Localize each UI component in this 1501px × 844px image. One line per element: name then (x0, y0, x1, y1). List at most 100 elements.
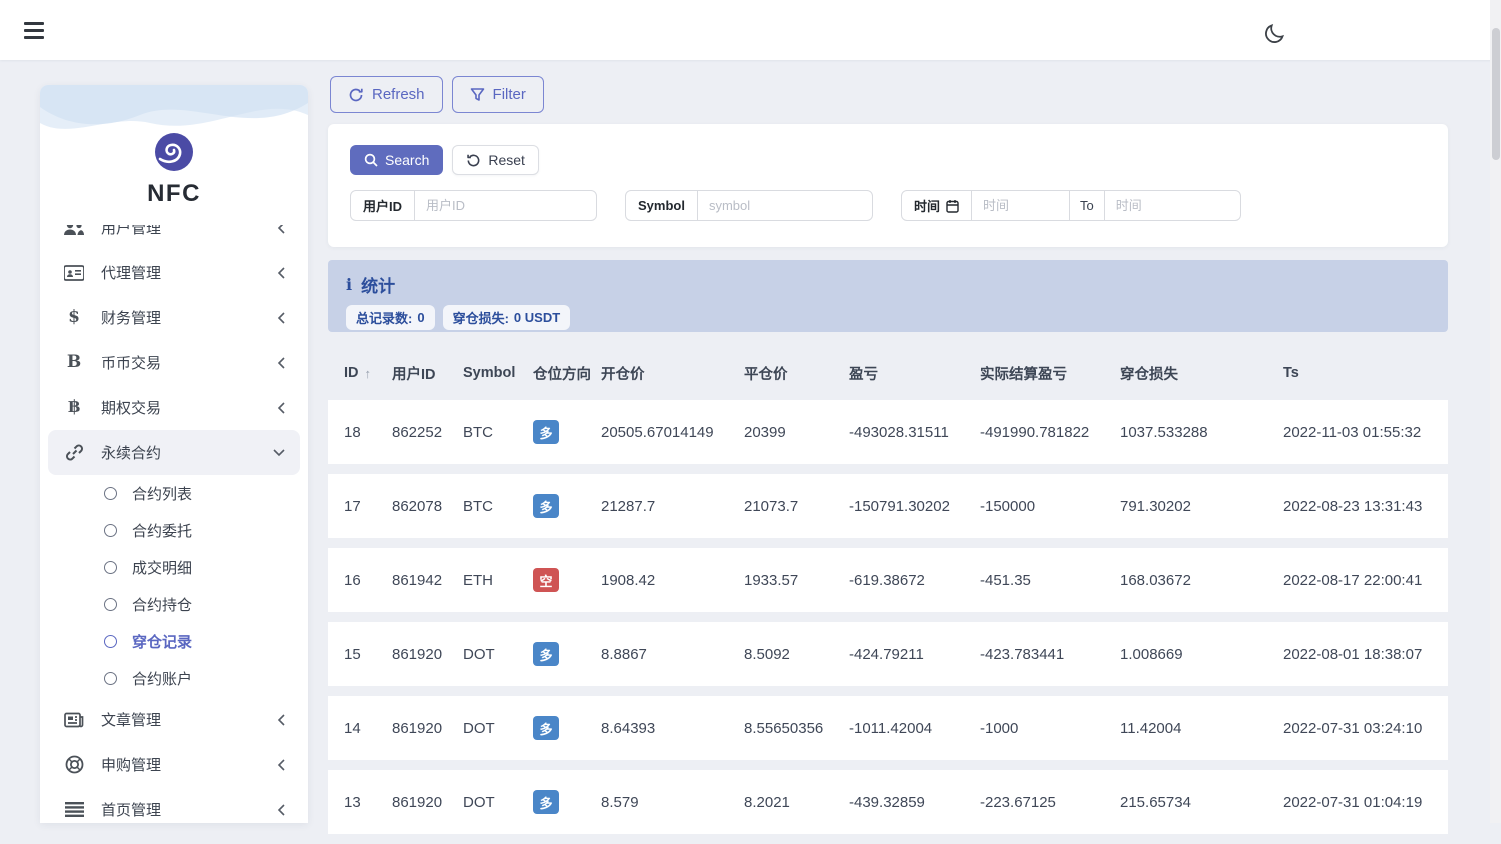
cell-id: 14 (344, 719, 361, 737)
submenu-item-contract-list[interactable]: 合约列表 (48, 475, 300, 512)
cell-settled-pnl: -1000 (980, 719, 1019, 737)
time-to-input[interactable] (1104, 191, 1240, 220)
sidebar-item-perpetual-contracts[interactable]: 永续合约 (48, 430, 300, 475)
moon-icon (1265, 24, 1284, 43)
submenu-item-label: 合约账户 (132, 671, 193, 688)
cell-user-id: 861942 (392, 571, 443, 589)
life-ring-icon (62, 755, 86, 774)
column-header-liq-loss: 穿仓损失 (1120, 366, 1178, 383)
cell-ts: 2022-08-01 18:38:07 (1283, 645, 1423, 663)
cell-user-id: 861920 (392, 719, 443, 737)
cell-ts: 2022-07-31 03:24:10 (1283, 719, 1423, 737)
sidebar-item-homepage[interactable]: 首页管理 (48, 787, 300, 823)
user-id-input[interactable] (415, 191, 596, 220)
sidebar-item-label: 首页管理 (101, 802, 162, 819)
cell-settled-pnl: -451.35 (980, 571, 1031, 589)
undo-icon (467, 154, 480, 166)
sidebar-item-label: 代理管理 (101, 265, 162, 282)
direction-long-badge: 多 (533, 494, 559, 518)
cell-liq-loss: 791.30202 (1120, 497, 1191, 515)
sidebar-item-label: 财务管理 (101, 310, 162, 327)
column-header-settled-pnl: 实际结算盈亏 (980, 366, 1067, 383)
table-row: 14 861920 DOT 多 8.64393 8.55650356 -1011… (328, 696, 1448, 760)
submenu-item-trade-details[interactable]: 成交明细 (48, 549, 300, 586)
submenu-item-contract-accounts[interactable]: 合约账户 (48, 660, 300, 697)
hamburger-menu-icon[interactable] (24, 19, 46, 41)
cell-user-id: 861920 (392, 645, 443, 663)
search-panel: Search Reset 用户ID Symbol 时间 (328, 124, 1448, 247)
time-to-label: To (1069, 191, 1105, 220)
column-header-direction: 仓位方向 (533, 366, 591, 383)
symbol-field-label: Symbol (626, 191, 698, 220)
calendar-icon (946, 199, 959, 213)
topbar (0, 0, 1501, 60)
chevron-left-icon (277, 803, 285, 816)
sidebar-item-label: 文章管理 (101, 712, 162, 729)
chevron-left-icon (277, 356, 285, 369)
user-id-field-label: 用户ID (351, 191, 416, 220)
table-row: 13 861920 DOT 多 8.579 8.2021 -439.32859 … (328, 770, 1448, 834)
logo-text: NFC (147, 180, 201, 207)
sidebar-item-agents[interactable]: 代理管理 (48, 250, 300, 295)
cell-settled-pnl: -423.783441 (980, 645, 1065, 663)
sidebar-item-label: 永续合约 (101, 445, 162, 462)
chevron-left-icon (277, 266, 285, 279)
submenu-item-label: 成交明细 (132, 560, 193, 577)
liquidation-loss-badge: 穿仓损失: 0 USDT (442, 305, 571, 330)
reset-label: Reset (488, 152, 525, 168)
circle-icon (104, 672, 117, 685)
badge-label: 总记录数: (356, 311, 413, 326)
column-header-id[interactable]: ID ↑ (344, 365, 392, 381)
dark-mode-toggle[interactable] (1262, 22, 1286, 46)
cell-pnl: -619.38672 (849, 571, 925, 589)
records-table: ID ↑ 用户ID Symbol 仓位方向 开仓价 平仓价 盈亏 实际结算盈亏 … (328, 346, 1448, 844)
header-label: ID (344, 365, 359, 381)
cell-pnl: -1011.42004 (849, 719, 933, 737)
cell-ts: 2022-11-03 01:55:32 (1283, 423, 1422, 441)
sidebar-item-options-trading[interactable]: ฿ 期权交易 (48, 385, 300, 430)
circle-icon (104, 524, 117, 537)
circle-icon (104, 598, 117, 611)
sidebar-item-articles[interactable]: 文章管理 (48, 697, 300, 742)
cell-close-price: 20399 (744, 423, 786, 441)
cell-symbol: DOT (463, 793, 495, 811)
column-header-symbol: Symbol (463, 365, 516, 381)
cell-symbol: BTC (463, 497, 493, 515)
time-from-input[interactable] (971, 191, 1070, 220)
direction-short-badge: 空 (533, 568, 559, 592)
sidebar-item-label: 币币交易 (101, 355, 162, 372)
circle-icon (104, 561, 117, 574)
cell-id: 13 (344, 793, 361, 811)
symbol-input[interactable] (697, 191, 872, 220)
search-icon (364, 153, 378, 167)
submenu-item-liquidation-records[interactable]: 穿仓记录 (48, 623, 300, 660)
submenu-item-contract-orders[interactable]: 合约委托 (48, 512, 300, 549)
sidebar-item-spot-trading[interactable]: B 币币交易 (48, 340, 300, 385)
filter-button[interactable]: Filter (451, 76, 544, 113)
statistics-title: 统计 (361, 277, 396, 296)
cell-close-price: 21073.7 (744, 497, 799, 515)
direction-long-badge: 多 (533, 790, 559, 814)
sidebar-item-subscriptions[interactable]: 申购管理 (48, 742, 300, 787)
column-header-open-price: 开仓价 (601, 366, 645, 383)
cell-settled-pnl: -150000 (980, 497, 1036, 515)
search-button[interactable]: Search (350, 145, 444, 175)
id-card-icon (62, 264, 86, 281)
reset-button[interactable]: Reset (452, 145, 539, 175)
refresh-button[interactable]: Refresh (330, 76, 443, 113)
table-row: 16 861942 ETH 空 1908.42 1933.57 -619.386… (328, 548, 1448, 612)
column-header-close-price: 平仓价 (744, 366, 788, 383)
direction-long-badge: 多 (533, 716, 559, 740)
cell-pnl: -493028.31511 (849, 423, 949, 441)
cell-close-price: 1933.57 (744, 571, 799, 589)
sidebar-menu: 用户管理 代理管理 $ 财务管理 B 币币交易 ฿ 期权交易 永续合约 合约列表… (40, 205, 308, 823)
sidebar-item-finance[interactable]: $ 财务管理 (48, 295, 300, 340)
scrollbar-track (1490, 0, 1501, 823)
newspaper-icon (62, 712, 86, 728)
scrollbar-thumb[interactable] (1491, 28, 1500, 160)
cell-id: 16 (344, 571, 361, 589)
filter-icon (470, 88, 484, 101)
submenu-item-label: 合约列表 (132, 486, 193, 503)
submenu-item-contract-positions[interactable]: 合约持仓 (48, 586, 300, 623)
info-icon: i (346, 275, 353, 294)
